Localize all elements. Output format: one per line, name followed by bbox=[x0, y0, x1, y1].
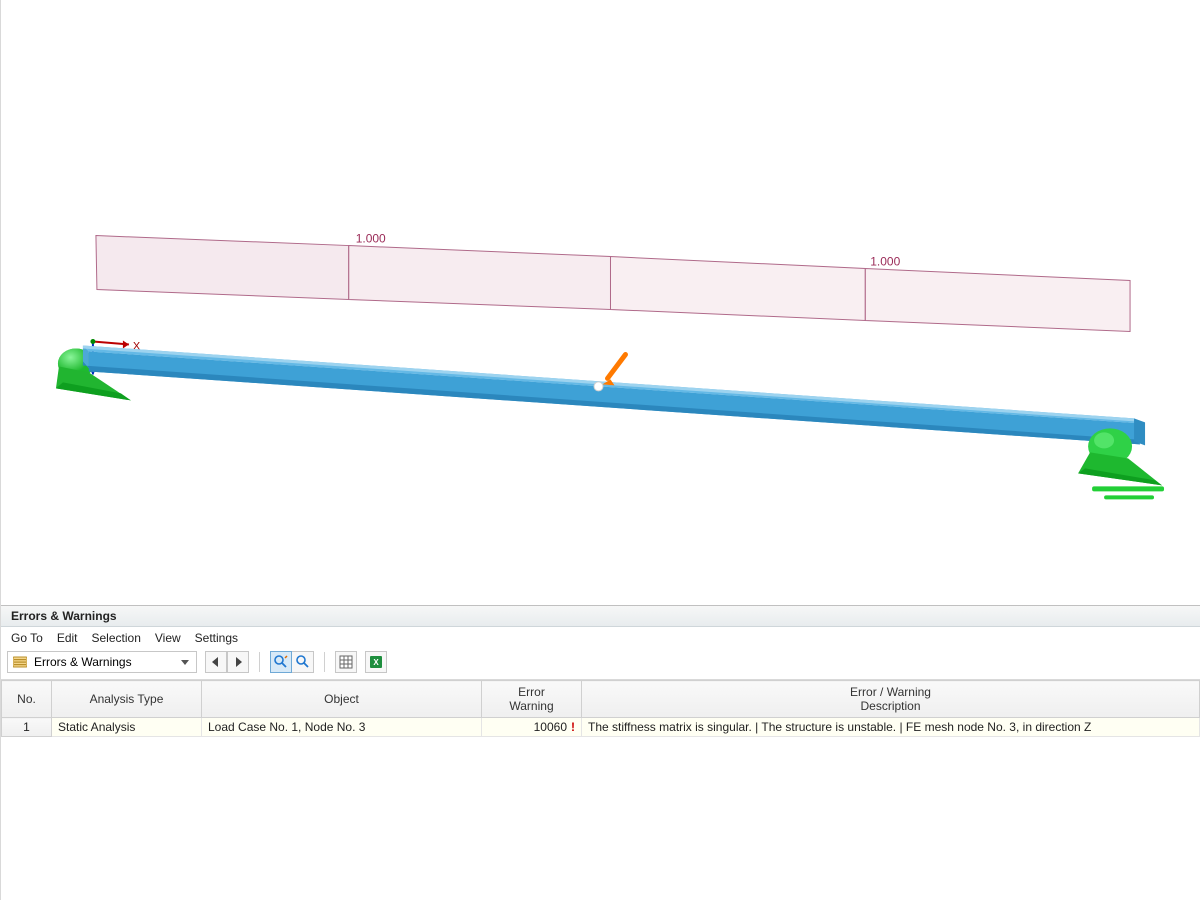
model-viewport[interactable]: 1.000 1.000 X Z bbox=[1, 0, 1200, 605]
error-icon: ! bbox=[571, 720, 575, 734]
col-header-analysis-type[interactable]: Analysis Type bbox=[52, 681, 202, 718]
table-row[interactable]: 1 Static Analysis Load Case No. 1, Node … bbox=[2, 718, 1200, 737]
cell-description: The stiffness matrix is singular. | The … bbox=[582, 718, 1200, 737]
cell-analysis-type: Static Analysis bbox=[52, 718, 202, 737]
cell-no: 1 bbox=[2, 718, 52, 737]
menu-edit[interactable]: Edit bbox=[57, 631, 78, 645]
errors-warnings-icon bbox=[12, 654, 28, 670]
menu-view[interactable]: View bbox=[155, 631, 181, 645]
svg-text:X: X bbox=[373, 658, 379, 667]
col-header-object[interactable]: Object bbox=[202, 681, 482, 718]
menu-settings[interactable]: Settings bbox=[195, 631, 238, 645]
view-selector-combo[interactable]: Errors & Warnings bbox=[7, 651, 197, 673]
col-header-error-warning[interactable]: Error Warning bbox=[482, 681, 582, 718]
model-canvas: 1.000 1.000 X Z bbox=[1, 0, 1200, 605]
load-value-left: 1.000 bbox=[356, 232, 386, 246]
cell-object: Load Case No. 1, Node No. 3 bbox=[202, 718, 482, 737]
errors-warnings-panel: Errors & Warnings Go To Edit Selection V… bbox=[1, 605, 1200, 900]
errors-table: No. Analysis Type Object Error Warning E… bbox=[1, 680, 1200, 737]
nav-prev-button[interactable] bbox=[205, 651, 227, 673]
menu-goto[interactable]: Go To bbox=[11, 631, 43, 645]
errors-table-wrap[interactable]: No. Analysis Type Object Error Warning E… bbox=[1, 680, 1200, 900]
export-excel-button[interactable]: X bbox=[365, 651, 387, 673]
col-header-no[interactable]: No. bbox=[2, 681, 52, 718]
panel-toolbar: Errors & Warnings bbox=[1, 649, 1200, 680]
toolbar-separator-2 bbox=[324, 652, 325, 672]
panel-title: Errors & Warnings bbox=[1, 606, 1200, 627]
find-in-model-button[interactable] bbox=[270, 651, 292, 673]
find-in-list-button[interactable] bbox=[292, 651, 314, 673]
find-buttons bbox=[270, 651, 314, 673]
nav-next-button[interactable] bbox=[227, 651, 249, 673]
cell-error-code: 10060 ! bbox=[482, 718, 582, 737]
support-right bbox=[1078, 428, 1164, 499]
menu-selection[interactable]: Selection bbox=[92, 631, 141, 645]
table-settings-button[interactable] bbox=[335, 651, 357, 673]
toolbar-separator bbox=[259, 652, 260, 672]
chevron-down-icon bbox=[178, 653, 192, 671]
nav-buttons bbox=[205, 651, 249, 673]
load-diagram: 1.000 1.000 bbox=[96, 232, 1130, 332]
beam-member[interactable] bbox=[83, 345, 1145, 445]
panel-menu-bar: Go To Edit Selection View Settings bbox=[1, 627, 1200, 649]
load-value-right: 1.000 bbox=[870, 255, 900, 269]
combo-label: Errors & Warnings bbox=[34, 655, 172, 669]
col-header-description[interactable]: Error / Warning Description bbox=[582, 681, 1200, 718]
